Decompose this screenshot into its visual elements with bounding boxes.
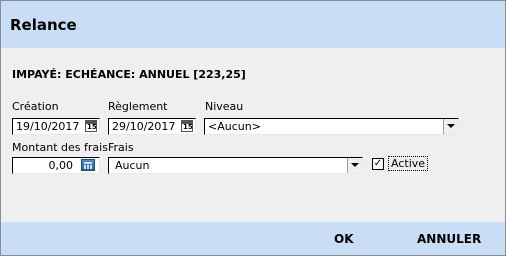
title-bar[interactable]: Relance [1,1,505,48]
niveau-value: <Aucun> [208,120,261,133]
montant-value: 0,00 [48,159,74,172]
reglement-label: Règlement [108,100,168,113]
reglement-date-value: 29/10/2017 [112,120,176,133]
calendar-icon[interactable]: 15 [181,120,193,132]
button-bar: OK ANNULER [1,222,505,255]
ok-button[interactable]: OK [334,232,354,246]
frais-label: Frais [108,141,134,154]
chevron-down-icon[interactable] [443,119,458,134]
dialog-title: Relance [10,16,77,34]
niveau-label: Niveau [205,100,244,113]
reglement-date-field[interactable]: 29/10/2017 15 [108,118,196,135]
active-label[interactable]: Active [388,156,429,171]
chevron-down-icon[interactable] [347,158,362,173]
creation-label: Création [12,100,59,113]
frais-select[interactable]: Aucun [108,157,363,174]
cancel-button[interactable]: ANNULER [417,232,481,246]
active-checkbox[interactable]: ✓ [372,158,384,170]
montant-label: Montant des frais [12,141,108,154]
calendar-icon[interactable]: 15 [85,120,97,132]
creation-date-value: 19/10/2017 [16,120,80,133]
niveau-select[interactable]: <Aucun> [204,118,459,135]
relance-dialog: Relance IMPAYÉ: ECHÉANCE: ANNUEL [223,25… [0,0,506,256]
frais-value: Aucun [115,159,150,172]
section-heading: IMPAYÉ: ECHÉANCE: ANNUEL [223,25] [12,68,246,81]
creation-date-field[interactable]: 19/10/2017 15 [12,118,100,135]
checkmark-icon: ✓ [373,158,383,169]
calculator-icon[interactable] [81,159,95,171]
montant-field[interactable]: 0,00 [12,157,100,174]
